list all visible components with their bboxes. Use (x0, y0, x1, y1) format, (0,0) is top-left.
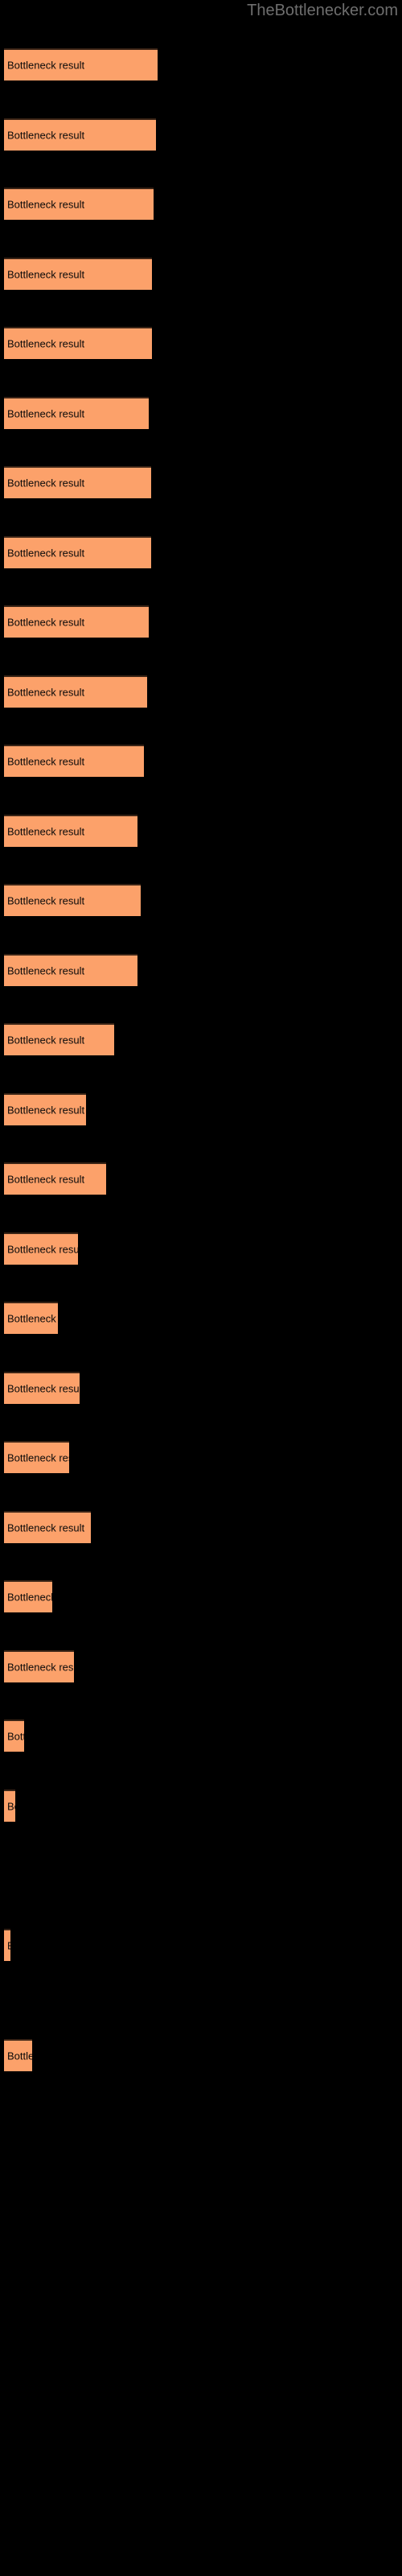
bar-row[interactable]: Bottleneck result (4, 258, 152, 290)
bar-row[interactable]: Bottleneck result (4, 536, 151, 568)
bar-label: Bottleneck result (7, 1243, 78, 1256)
bottleneck-chart: TheBottlenecker.com Bottleneck result Bot… (0, 0, 402, 2576)
bar-label: Bottleneck result (7, 337, 85, 350)
bar-label: Bottleneck result (7, 2050, 32, 2062)
bar-row[interactable]: Bottleneck result (4, 1023, 114, 1055)
bar-label: Bottleneck result (7, 616, 85, 629)
bar-row[interactable]: Bottleneck result (4, 815, 137, 847)
bar-list: Bottleneck result Bottleneck result Bottle… (0, 0, 402, 2576)
bar-row[interactable]: Bottleneck result (4, 2039, 32, 2071)
bar-label: Bottleneck result (7, 1800, 15, 1813)
bar-row[interactable]: Bottleneck result (4, 745, 144, 777)
bar-label: Bottleneck result (7, 755, 85, 768)
bar-label: Bottleneck result (7, 407, 85, 420)
bar-row[interactable]: Bottleneck result (4, 1790, 15, 1822)
bar-label: Bottleneck result (7, 1312, 58, 1325)
bar-row[interactable]: Bottleneck result (4, 118, 156, 151)
bar-row[interactable]: Bottleneck result (4, 1372, 80, 1404)
bar-row[interactable]: Bottleneck result (4, 1441, 69, 1473)
bar-label: Bottleneck result (7, 1521, 85, 1534)
bar-label: Bottleneck result (7, 894, 85, 907)
bar-label: Bottleneck result (7, 1382, 80, 1395)
bar-row[interactable]: Bottleneck result (4, 1580, 52, 1612)
bar-row[interactable]: Bottleneck result (4, 1302, 58, 1334)
bar-row[interactable]: Bottleneck result (4, 1929, 10, 1961)
bar-label: Bottleneck result (7, 268, 85, 281)
bar-row[interactable]: Bottleneck result (4, 884, 141, 916)
bar-label: Bottleneck result (7, 547, 85, 559)
bar-row[interactable]: Bottleneck result (4, 954, 137, 986)
bar-label: Bottleneck result (7, 686, 85, 699)
bar-label: Bottleneck result (7, 1730, 24, 1743)
bar-label: Bottleneck result (7, 1104, 85, 1117)
bar-row[interactable]: Bottleneck result (4, 327, 152, 359)
bar-row[interactable]: Bottleneck result (4, 675, 147, 708)
bar-label: Bottleneck result (7, 1173, 85, 1186)
bar-label: Bottleneck result (7, 129, 85, 142)
bar-row[interactable]: Bottleneck result (4, 1650, 74, 1682)
bar-label: Bottleneck result (7, 964, 85, 977)
bar-row[interactable]: Bottleneck result (4, 48, 158, 80)
bar-row[interactable]: Bottleneck result (4, 1093, 86, 1125)
bar-row[interactable]: Bottleneck result (4, 466, 151, 498)
bar-row[interactable]: Bottleneck result (4, 1162, 106, 1195)
bar-label: Bottleneck result (7, 198, 85, 211)
bar-label: Bottleneck result (7, 1591, 52, 1604)
bar-label: Bottleneck result (7, 1034, 85, 1046)
bar-row[interactable]: Bottleneck result (4, 1232, 78, 1265)
bar-row[interactable]: Bottleneck result (4, 397, 149, 429)
bar-label: Bottleneck result (7, 1661, 74, 1674)
bar-label: Bottleneck result (7, 1451, 69, 1464)
bar-label: Bottleneck result (7, 1940, 10, 1952)
bar-row[interactable]: Bottleneck result (4, 188, 154, 220)
bar-row[interactable]: Bottleneck result (4, 605, 149, 638)
bar-label: Bottleneck result (7, 59, 85, 72)
bar-row[interactable]: Bottleneck result (4, 1511, 91, 1543)
bar-label: Bottleneck result (7, 477, 85, 489)
bar-row[interactable]: Bottleneck result (4, 1719, 24, 1752)
bar-label: Bottleneck result (7, 825, 85, 838)
